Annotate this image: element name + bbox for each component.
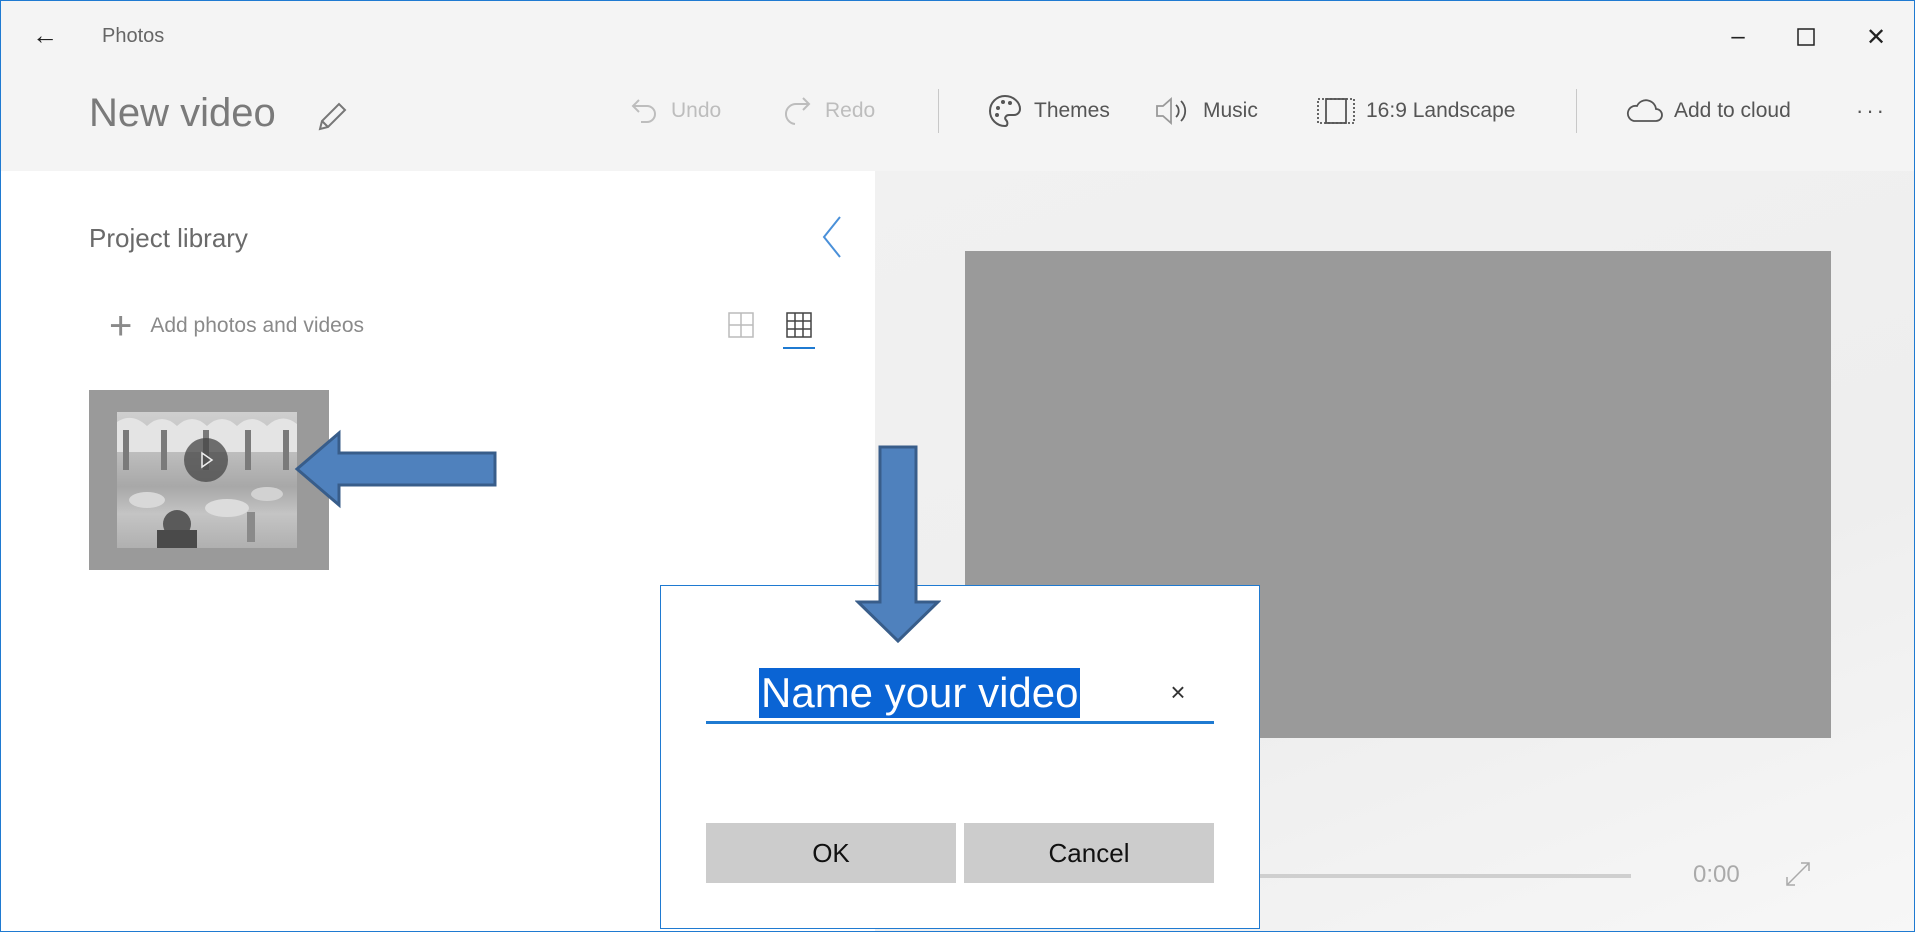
- more-options-button[interactable]: ···: [1856, 89, 1887, 133]
- name-video-dialog: Name your video × OK Cancel: [660, 585, 1260, 929]
- close-window-button[interactable]: ✕: [1846, 15, 1906, 59]
- back-button[interactable]: ←: [29, 19, 61, 51]
- themes-label: Themes: [1034, 99, 1110, 122]
- fullscreen-icon: [1786, 862, 1810, 886]
- add-to-cloud-label: Add to cloud: [1674, 99, 1791, 122]
- large-grid-icon: [728, 312, 754, 338]
- play-icon: [184, 438, 228, 482]
- annotation-arrow-left: [294, 429, 497, 509]
- redo-icon: [781, 94, 815, 128]
- editor-header: New video Undo Redo Themes Music 16:9 La…: [1, 71, 1914, 171]
- title-bar: ← Photos – ✕: [1, 1, 1914, 71]
- rename-button[interactable]: [312, 97, 352, 137]
- photos-app-window: ← Photos – ✕ New video Undo Redo Themes …: [0, 0, 1915, 932]
- toolbar-divider: [938, 89, 939, 133]
- maximize-button[interactable]: [1776, 15, 1836, 59]
- undo-label: Undo: [671, 99, 722, 122]
- cloud-icon: [1624, 96, 1664, 126]
- music-button[interactable]: Music: [1153, 89, 1258, 133]
- plus-icon: +: [109, 304, 133, 348]
- ok-button[interactable]: OK: [706, 823, 956, 883]
- aspect-ratio-icon: [1316, 96, 1356, 126]
- themes-button[interactable]: Themes: [986, 89, 1110, 133]
- back-arrow-icon: ←: [32, 20, 58, 50]
- undo-icon: [627, 94, 661, 128]
- redo-button[interactable]: Redo: [781, 89, 875, 133]
- small-view-button[interactable]: [785, 311, 813, 339]
- add-photos-button[interactable]: + Add photos and videos: [109, 304, 365, 348]
- speaker-icon: [1153, 94, 1193, 128]
- aspect-ratio-label: 16:9 Landscape: [1366, 99, 1516, 122]
- maximize-icon: [1797, 28, 1815, 46]
- redo-label: Redo: [825, 99, 876, 122]
- pencil-icon: [318, 102, 347, 131]
- active-view-indicator: [783, 347, 815, 349]
- minimize-button[interactable]: –: [1708, 15, 1768, 59]
- library-title: Project library: [89, 223, 248, 253]
- toolbar-divider: [1576, 89, 1577, 133]
- add-photos-label: Add photos and videos: [150, 314, 365, 337]
- large-view-button[interactable]: [727, 311, 755, 339]
- playback-time: 0:00: [1693, 861, 1740, 888]
- collapse-library-button[interactable]: [816, 213, 848, 261]
- music-label: Music: [1203, 99, 1258, 122]
- small-grid-icon: [786, 312, 812, 338]
- project-name: New video: [89, 91, 276, 135]
- clear-text-button[interactable]: ×: [1162, 676, 1194, 708]
- app-title: Photos: [102, 25, 165, 47]
- cancel-button[interactable]: Cancel: [964, 823, 1214, 883]
- add-to-cloud-button[interactable]: Add to cloud: [1624, 89, 1791, 133]
- fullscreen-button[interactable]: [1783, 859, 1813, 889]
- aspect-ratio-button[interactable]: 16:9 Landscape: [1316, 89, 1515, 133]
- video-name-selected-text[interactable]: Name your video: [759, 668, 1081, 718]
- palette-icon: [986, 92, 1024, 130]
- video-name-input[interactable]: Name your video ×: [706, 666, 1214, 724]
- chevron-left-icon: [822, 216, 841, 258]
- undo-button[interactable]: Undo: [627, 89, 721, 133]
- annotation-arrow-down: [855, 445, 941, 644]
